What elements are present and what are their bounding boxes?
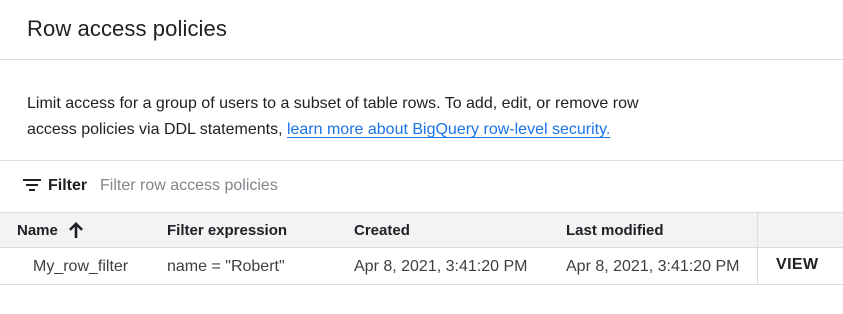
row-access-policies-panel: Row access policies Limit access for a g… xyxy=(0,0,843,314)
column-header-last-modified[interactable]: Last modified xyxy=(566,222,664,239)
column-header-filter-expression[interactable]: Filter expression xyxy=(167,222,287,239)
cell-name: My_row_filter xyxy=(33,258,129,275)
column-header-created[interactable]: Created xyxy=(354,222,410,239)
filter-input[interactable] xyxy=(100,174,500,198)
table-row: My_row_filter name = "Robert" Apr 8, 202… xyxy=(0,248,843,285)
view-button[interactable]: VIEW xyxy=(776,256,843,278)
policies-table: Name Filter expression Created Last modi… xyxy=(0,212,843,285)
panel-header: Row access policies xyxy=(0,0,843,60)
learn-more-link[interactable]: learn more about BigQuery row-level secu… xyxy=(287,121,610,138)
cell-filter-expression: name = "Robert" xyxy=(167,258,285,275)
column-header-name[interactable]: Name xyxy=(17,222,58,239)
cell-last-modified: Apr 8, 2021, 3:41:20 PM xyxy=(566,258,740,275)
filter-list-icon[interactable] xyxy=(23,179,41,193)
table-header: Name Filter expression Created Last modi… xyxy=(0,212,843,248)
filter-bar: Filter xyxy=(0,161,843,213)
filter-label: Filter xyxy=(48,177,88,194)
arrow-upward-icon[interactable] xyxy=(67,220,85,240)
column-separator xyxy=(757,212,758,285)
description: Limit access for a group of users to a s… xyxy=(27,91,687,143)
cell-created: Apr 8, 2021, 3:41:20 PM xyxy=(354,258,528,275)
page-title: Row access policies xyxy=(27,16,227,41)
